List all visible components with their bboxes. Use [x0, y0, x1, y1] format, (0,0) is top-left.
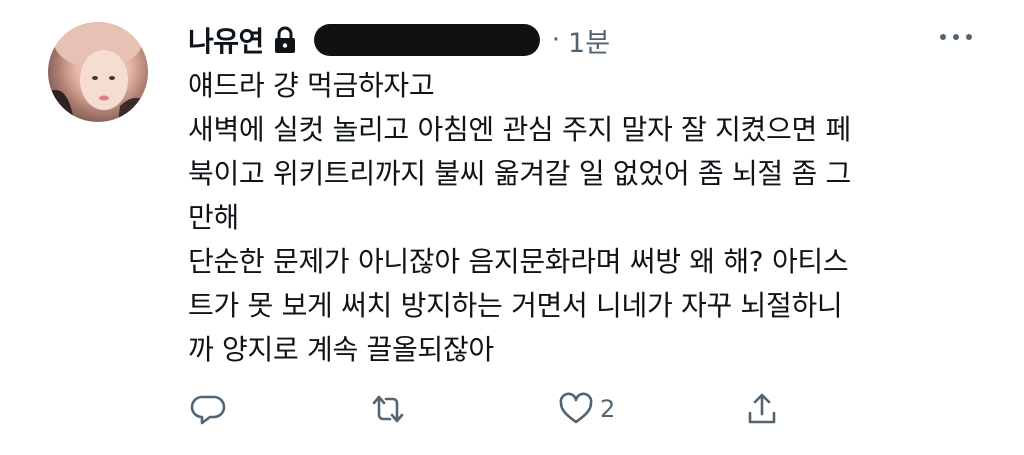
share-icon [748, 393, 776, 424]
tweet[interactable]: 나유연 · 1분 얘드라 걍 먹금하자고 새벽에 실컷 놀리고 아침엔 관심 주… [0, 0, 1024, 455]
handle-redacted [313, 24, 540, 56]
tweet-text-line: 북이고 위키트리까지 불씨 옮겨갈 일 없었어 좀 뇌절 좀 그 [188, 157, 851, 190]
reply-icon [190, 395, 226, 425]
timestamp[interactable]: 1분 [568, 21, 610, 60]
more-horizontal-icon[interactable] [938, 30, 974, 44]
like-count: 2 [600, 395, 616, 423]
lock-icon [274, 26, 295, 53]
tweet-text-line: 단순한 문제가 아니잖아 음지문화라며 써방 왜 해? 아티스 [188, 245, 849, 278]
action-bar: 2 [190, 391, 810, 431]
avatar-image [48, 22, 148, 122]
retweet-icon [372, 395, 404, 423]
share-button[interactable] [744, 391, 780, 427]
retweet-button[interactable] [370, 391, 406, 427]
tweet-text-line: 까 양지로 계속 끌올되잖아 [188, 333, 494, 366]
tweet-header: 나유연 · 1분 [188, 18, 610, 62]
display-name[interactable]: 나유연 [188, 20, 264, 60]
reply-button[interactable] [190, 391, 226, 427]
avatar[interactable] [48, 22, 148, 122]
tweet-text-line: 얘드라 걍 먹금하자고 [188, 69, 435, 102]
tweet-text-line: 새벽에 실컷 놀리고 아침엔 관심 주지 말자 잘 지켰으면 페 [188, 113, 851, 146]
like-button[interactable]: 2 [558, 391, 615, 427]
tweet-text-line: 만해 [188, 201, 239, 234]
tweet-text-line: 트가 못 보게 써치 방지하는 거면서 니네가 자꾸 뇌절하니 [188, 289, 843, 322]
heart-icon [559, 392, 593, 424]
separator-dot: · [551, 25, 561, 55]
tweet-text: 얘드라 걍 먹금하자고 새벽에 실컷 놀리고 아침엔 관심 주지 말자 잘 지켰… [188, 64, 978, 372]
